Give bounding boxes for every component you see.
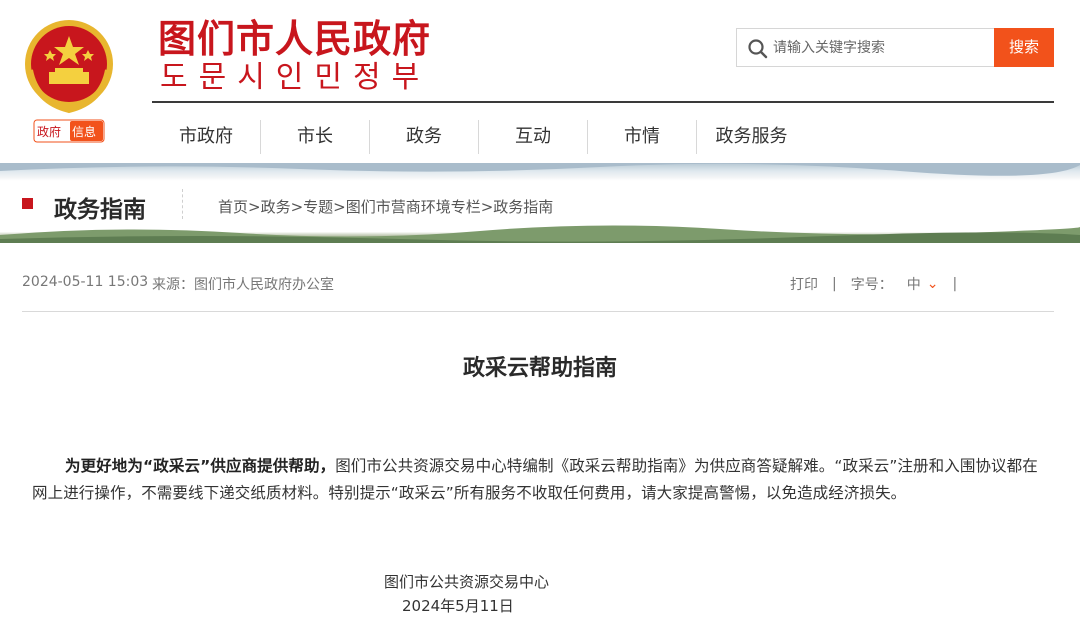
breadcrumb[interactable]: 首页>政务>专题>图们市营商环境专栏>政务指南 — [218, 196, 553, 217]
tools-separator: | — [832, 276, 837, 292]
nav-item-government-services[interactable]: 政务服务 — [697, 120, 806, 154]
publish-date: 2024-05-11 15:03 — [22, 274, 149, 290]
search-button[interactable]: 搜索 — [994, 28, 1054, 67]
print-button[interactable]: 打印 — [790, 274, 818, 294]
article-title: 政采云帮助指南 — [462, 356, 617, 381]
font-size-label: 字号： — [850, 277, 893, 293]
section-banner: 政务指南 首页>政务>专题>图们市营商环境专栏>政务指南 — [0, 163, 1080, 243]
article-lead: 为更好地为“政采云”供应商提供帮助， — [65, 457, 336, 475]
search-box — [736, 28, 995, 67]
search-icon — [747, 38, 769, 60]
nav-item-city-info[interactable]: 市情 — [588, 120, 697, 154]
section-title: 政务指南 — [54, 197, 146, 223]
chevron-down-icon[interactable]: ⌄ — [927, 276, 939, 292]
nav-item-mayor[interactable]: 市长 — [261, 120, 370, 154]
signature-organization: 图们市公共资源交易中心 — [384, 573, 550, 591]
font-size-select[interactable]: 中 — [907, 274, 921, 294]
banner-divider — [182, 189, 183, 219]
nav-divider-line — [152, 101, 1054, 103]
nav-item-interaction[interactable]: 互动 — [479, 120, 588, 154]
site-header: 政府 信息 图们市人民政府 도문시인민정부 搜索 市政府 市长 政务 互动 市情… — [0, 0, 1080, 163]
nav-item-government-affairs[interactable]: 政务 — [370, 120, 479, 154]
main-nav: 市政府 市长 政务 互动 市情 政务服务 — [152, 120, 806, 154]
search-input[interactable] — [773, 35, 991, 61]
signature-date: 2024年5月11日 — [402, 597, 514, 615]
emblem-badge-left: 政府 — [37, 125, 62, 139]
section-marker — [22, 198, 33, 209]
tools-separator-end: | — [952, 276, 958, 292]
nav-item-city-government[interactable]: 市政府 — [152, 120, 261, 154]
site-title-korean: 도문시인민정부 — [160, 60, 431, 95]
article-body: 为更好地为“政采云”供应商提供帮助，图们市公共资源交易中心特编制《政采云帮助指南… — [32, 453, 1048, 507]
emblem-badge-right: 信息 — [72, 125, 97, 139]
national-emblem-icon[interactable]: 政府 信息 — [22, 14, 116, 146]
article-tools: 打印 | 字号： 中 ⌄ | — [790, 274, 957, 294]
content-divider — [22, 311, 1054, 312]
article-source: 来源：图们市人民政府办公室 — [152, 277, 334, 293]
